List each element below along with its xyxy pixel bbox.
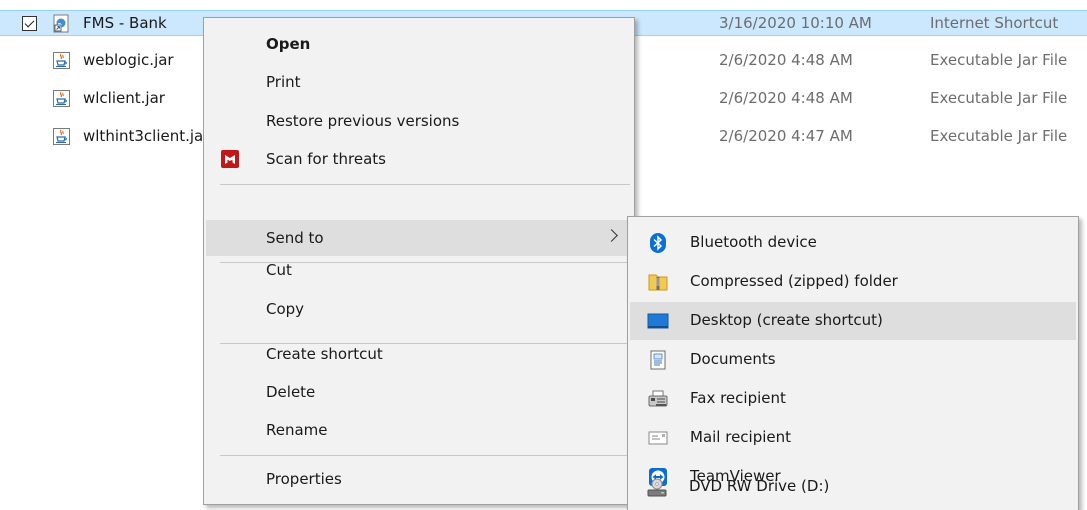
- menu-item-print[interactable]: Print: [206, 64, 632, 100]
- menu-item-label: Create shortcut: [266, 345, 383, 363]
- internet-shortcut-icon: [53, 14, 69, 33]
- mcafee-shield-icon: [221, 150, 239, 168]
- file-name: wlthint3client.jar: [83, 127, 210, 145]
- menu-item-label: Scan for threats: [266, 150, 386, 168]
- menu-item-label: Open: [266, 35, 311, 53]
- menu-item-label: Cut: [266, 261, 292, 279]
- java-jar-icon: [53, 52, 70, 69]
- file-date: 2/6/2020 4:48 AM: [719, 89, 853, 107]
- chevron-right-icon: [605, 229, 618, 242]
- menu-item-create-shortcut[interactable]: Create shortcut: [206, 336, 632, 372]
- menu-item-properties[interactable]: Properties: [206, 461, 632, 497]
- submenu-item-label: Documents: [690, 350, 776, 368]
- row-checkbox[interactable]: [22, 16, 37, 31]
- file-type: Executable Jar File: [930, 127, 1068, 145]
- file-type: Executable Jar File: [930, 51, 1068, 69]
- submenu-item-label: DVD RW Drive (D:): [689, 477, 830, 495]
- dvd-drive-icon: [647, 478, 667, 497]
- send-to-mail-recipient[interactable]: Mail recipient: [630, 419, 1076, 457]
- menu-item-label: Print: [266, 73, 301, 91]
- menu-item-cut[interactable]: Cut: [206, 243, 632, 279]
- zip-folder-icon: [648, 274, 668, 291]
- fax-icon: [648, 390, 668, 407]
- menu-item-label: Properties: [266, 470, 342, 488]
- menu-separator: [220, 184, 630, 185]
- file-date: 2/6/2020 4:47 AM: [719, 127, 853, 145]
- file-date: 2/6/2020 4:48 AM: [719, 51, 853, 69]
- java-jar-icon: [53, 128, 70, 145]
- mail-icon: [648, 431, 668, 445]
- file-name: wlclient.jar: [83, 89, 165, 107]
- send-to-compressed-folder[interactable]: Compressed (zipped) folder: [630, 263, 1076, 301]
- bluetooth-icon: [650, 233, 666, 253]
- send-to-desktop[interactable]: Desktop (create shortcut): [630, 302, 1076, 340]
- menu-item-label: Copy: [266, 300, 305, 318]
- file-type: Executable Jar File: [930, 89, 1068, 107]
- menu-item-copy[interactable]: Copy: [206, 282, 632, 318]
- menu-item-label: Delete: [266, 383, 316, 401]
- menu-separator: [220, 455, 630, 456]
- send-to-documents[interactable]: Documents: [630, 341, 1076, 379]
- file-name: FMS - Bank: [83, 14, 167, 32]
- menu-item-delete[interactable]: Delete: [206, 374, 632, 410]
- documents-icon: [650, 350, 666, 370]
- file-date: 3/16/2020 10:10 AM: [719, 14, 872, 32]
- file-type: Internet Shortcut: [930, 14, 1059, 32]
- submenu-item-label: Bluetooth device: [690, 233, 817, 251]
- file-name: weblogic.jar: [83, 51, 174, 69]
- desktop-icon: [647, 313, 669, 329]
- submenu-item-label: Fax recipient: [690, 389, 786, 407]
- menu-item-rename[interactable]: Rename: [206, 412, 632, 448]
- send-to-dvd-rw-drive[interactable]: DVD RW Drive (D:): [629, 468, 1075, 506]
- submenu-item-label: Desktop (create shortcut): [690, 311, 883, 329]
- menu-item-restore-previous-versions[interactable]: Restore previous versions: [206, 103, 632, 139]
- send-to-submenu: Bluetooth device Compressed (zipped) fol…: [627, 216, 1079, 510]
- menu-item-scan-for-threats[interactable]: Scan for threats: [206, 141, 632, 177]
- send-to-fax-recipient[interactable]: Fax recipient: [630, 380, 1076, 418]
- menu-item-open[interactable]: Open: [206, 26, 632, 62]
- java-jar-icon: [53, 90, 70, 107]
- context-menu: Open Print Restore previous versions Sca…: [203, 17, 635, 505]
- menu-item-label: Rename: [266, 421, 328, 439]
- send-to-bluetooth[interactable]: Bluetooth device: [630, 224, 1076, 262]
- menu-item-label: Restore previous versions: [266, 112, 460, 130]
- submenu-item-label: Mail recipient: [690, 428, 792, 446]
- submenu-item-label: Compressed (zipped) folder: [690, 272, 898, 290]
